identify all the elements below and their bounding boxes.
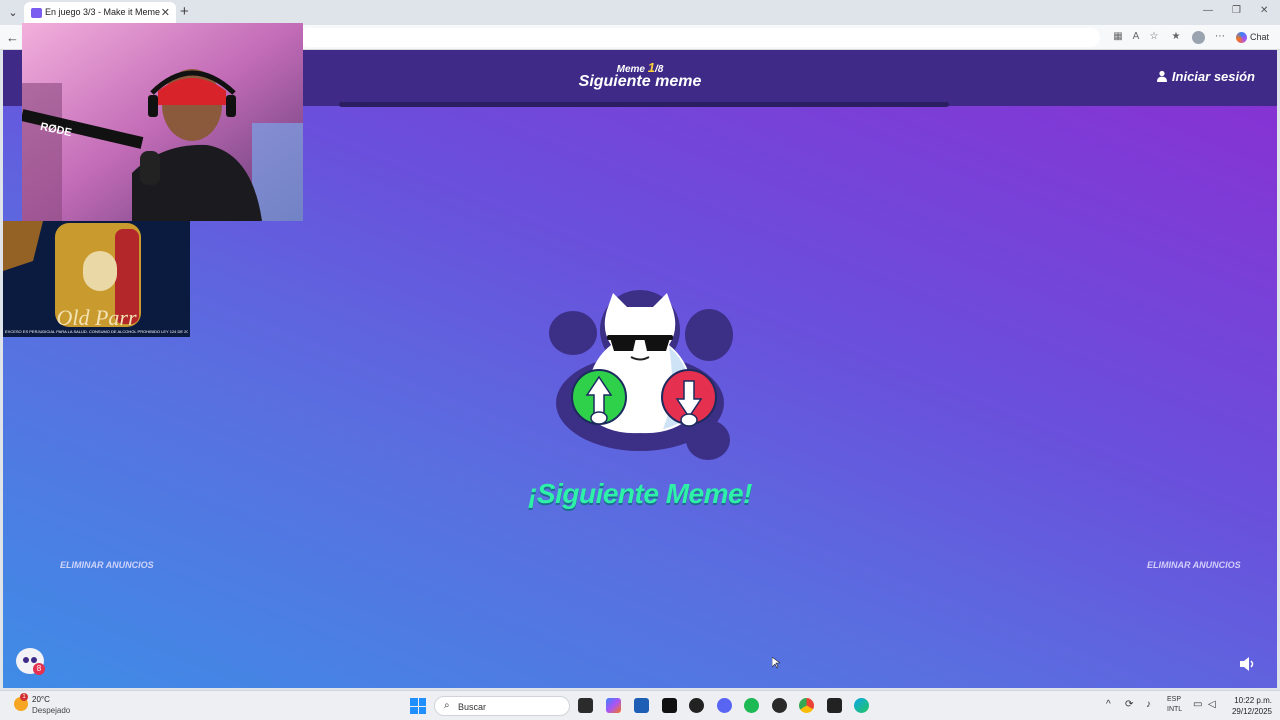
edge-icon[interactable]: [854, 698, 869, 713]
translate-icon[interactable]: A: [1130, 31, 1142, 43]
windows-start-icon[interactable]: [410, 698, 426, 714]
speaker-icon[interactable]: [1239, 656, 1257, 672]
weather-desc: Despejado: [32, 706, 71, 715]
tab-title: En juego 3/3 - Make it Meme: [45, 7, 161, 17]
favorites-icon[interactable]: ★: [1170, 31, 1182, 43]
more-menu-icon[interactable]: ⋯: [1214, 31, 1226, 43]
search-icon: ⌕: [444, 700, 450, 711]
volume-icon[interactable]: ◁: [1208, 699, 1216, 710]
chat-toggle-button[interactable]: 8: [16, 648, 45, 675]
mouse-cursor-icon: [772, 657, 780, 669]
browser-tabbar: ⌄ En juego 3/3 - Make it Meme ✕ + — ❐ ✕: [0, 0, 1280, 25]
obs-icon[interactable]: [772, 698, 787, 713]
remove-ads-link-left[interactable]: ELIMINAR ANUNCIOS: [60, 560, 154, 570]
back-arrow-icon[interactable]: ←: [6, 30, 19, 45]
clock-date: 29/12/2025: [1231, 707, 1272, 716]
remove-ads-link-right[interactable]: ELIMINAR ANUNCIOS: [1147, 560, 1241, 570]
tab-close-icon[interactable]: ✕: [161, 6, 170, 19]
upvote-arrow-icon: [571, 369, 627, 425]
profile-avatar-icon[interactable]: [1192, 31, 1205, 44]
mic-icon[interactable]: ♪: [1146, 699, 1151, 710]
weather-temp: 20°C: [32, 695, 50, 704]
tab-favicon-icon: [31, 8, 42, 18]
ad-legal-text: EXCESO ES PERJUDICIAL PARA LA SALUD. CON…: [5, 329, 188, 334]
login-label: Iniciar sesión: [1171, 69, 1255, 84]
tab-make-it-meme[interactable]: En juego 3/3 - Make it Meme ✕: [24, 2, 176, 25]
capcut-icon[interactable]: [662, 698, 677, 713]
weather-badge: 1: [20, 693, 28, 701]
favorite-star-icon[interactable]: ☆: [1148, 31, 1160, 43]
app-h-icon[interactable]: [689, 698, 704, 713]
file-explorer-icon[interactable]: [578, 698, 593, 713]
webcam-scene: [22, 23, 303, 221]
copilot-icon: [1236, 32, 1247, 44]
address-field[interactable]: [300, 28, 1100, 47]
clock[interactable]: 10:22 p.m. 29/12/2025: [1232, 695, 1272, 717]
chat-label: Chat: [1250, 32, 1270, 42]
progress-track: [339, 102, 949, 107]
close-window-icon[interactable]: ✕: [1260, 5, 1268, 16]
search-placeholder: Buscar: [458, 702, 487, 712]
split-screen-icon[interactable]: ▦: [1112, 31, 1124, 43]
new-tab-plus-icon[interactable]: +: [180, 3, 189, 20]
streamer-webcam-overlay: RØDE: [22, 23, 303, 221]
minimize-icon[interactable]: —: [1203, 5, 1213, 16]
sync-icon[interactable]: ⟳: [1125, 699, 1133, 710]
clock-time: 10:22 p.m.: [1234, 696, 1272, 705]
next-meme-heading: ¡Siguiente Meme!: [528, 478, 752, 509]
display-icon[interactable]: ▭: [1193, 699, 1202, 710]
restore-icon[interactable]: ❐: [1232, 5, 1241, 16]
epic-games-icon[interactable]: [827, 698, 842, 713]
spotify-icon[interactable]: [744, 698, 759, 713]
chat-unread-badge: 8: [33, 663, 45, 675]
language-bottom[interactable]: INTL: [1167, 706, 1182, 713]
copilot-app-icon[interactable]: [606, 698, 621, 713]
ad-brand-name: Old Parr: [56, 305, 137, 330]
discord-icon[interactable]: [717, 698, 732, 713]
copilot-chat-button[interactable]: Chat: [1236, 30, 1269, 45]
whisky-ad-overlay: Old Parr EXCESO ES PERJUDICIAL PARA LA S…: [3, 221, 190, 337]
user-icon: [1156, 70, 1167, 82]
tray-chevron-icon[interactable]: ^: [1106, 699, 1111, 710]
store-icon[interactable]: [634, 698, 649, 713]
login-button[interactable]: Iniciar sesión: [1156, 69, 1255, 84]
chrome-icon[interactable]: [799, 698, 814, 713]
taskbar-search[interactable]: ⌕ Buscar: [434, 696, 570, 716]
downvote-arrow-icon: [661, 369, 717, 427]
cat-mascot-illustration: [549, 290, 733, 460]
tab-list-chevron-icon[interactable]: ⌄: [4, 4, 22, 22]
language-top[interactable]: ESP: [1167, 696, 1181, 703]
windows-taskbar: 1 20°C Despejado ⌕ Buscar ^ ⟳ ♪ ESP INTL…: [0, 690, 1280, 720]
